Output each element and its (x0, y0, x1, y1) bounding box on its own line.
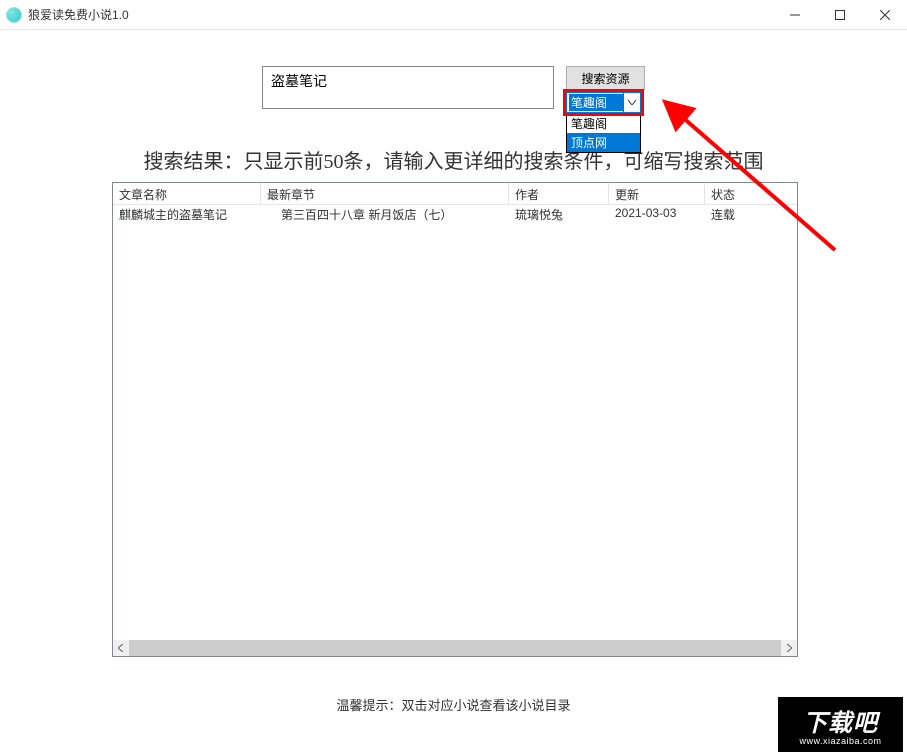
app-icon (6, 7, 22, 23)
table-header: 文章名称 最新章节 作者 更新 状态 (113, 183, 797, 205)
scroll-thumb[interactable] (129, 640, 781, 656)
titlebar: 狼爱读免费小说1.0 (0, 0, 907, 30)
column-header-status[interactable]: 状态 (705, 183, 777, 204)
content-area: 搜索资源 笔趣阁 笔趣阁 顶点网 搜索结 (0, 30, 907, 754)
cell-chapter: 第三百四十八章 新月饭店（七） (261, 205, 509, 222)
search-button[interactable]: 搜索资源 (566, 66, 645, 90)
chevron-down-icon (623, 93, 640, 112)
scroll-track[interactable] (129, 640, 781, 656)
scroll-right-icon[interactable] (781, 640, 797, 656)
column-header-chapter[interactable]: 最新章节 (261, 183, 509, 204)
result-hint: 搜索结果：只显示前50条，请输入更详细的搜索条件，可缩写搜索范围 (0, 145, 907, 174)
source-dropdown[interactable]: 笔趣阁 (566, 92, 641, 113)
maximize-button[interactable] (817, 0, 862, 30)
dropdown-selected: 笔趣阁 (569, 94, 623, 111)
source-dropdown-wrapper: 笔趣阁 笔趣阁 顶点网 (566, 92, 641, 113)
dropdown-option[interactable]: 顶点网 (567, 133, 640, 152)
table-body: 麒麟城主的盗墓笔记 第三百四十八章 新月饭店（七） 琉璃悦兔 2021-03-0… (113, 205, 797, 642)
column-header-update[interactable]: 更新 (609, 183, 705, 204)
column-header-author[interactable]: 作者 (509, 183, 609, 204)
column-header-title[interactable]: 文章名称 (113, 183, 261, 204)
minimize-button[interactable] (772, 0, 817, 30)
close-button[interactable] (862, 0, 907, 30)
bottom-hint: 温馨提示：双击对应小说查看该小说目录 (0, 695, 907, 714)
search-controls: 搜索资源 笔趣阁 笔趣阁 顶点网 (566, 66, 645, 113)
cell-title: 麒麟城主的盗墓笔记 (113, 205, 261, 222)
cell-update: 2021-03-03 (609, 205, 705, 222)
window-title: 狼爱读免费小说1.0 (28, 6, 129, 23)
results-table: 文章名称 最新章节 作者 更新 状态 麒麟城主的盗墓笔记 第三百四十八章 新月饭… (112, 182, 798, 657)
scroll-left-icon[interactable] (113, 640, 129, 656)
watermark-text: 下载吧 (803, 703, 878, 738)
dropdown-option[interactable]: 笔趣阁 (567, 114, 640, 133)
watermark: 下载吧 www.xiazaiba.com (778, 697, 903, 752)
search-input[interactable] (262, 66, 554, 109)
window-controls (772, 0, 907, 30)
watermark-url: www.xiazaiba.com (799, 736, 881, 746)
table-row[interactable]: 麒麟城主的盗墓笔记 第三百四十八章 新月饭店（七） 琉璃悦兔 2021-03-0… (113, 205, 797, 222)
dropdown-list: 笔趣阁 顶点网 (566, 113, 641, 153)
horizontal-scrollbar[interactable] (113, 640, 797, 656)
cell-status: 连载 (705, 205, 777, 222)
search-row: 搜索资源 笔趣阁 笔趣阁 顶点网 (0, 66, 907, 113)
cell-author: 琉璃悦兔 (509, 205, 609, 222)
